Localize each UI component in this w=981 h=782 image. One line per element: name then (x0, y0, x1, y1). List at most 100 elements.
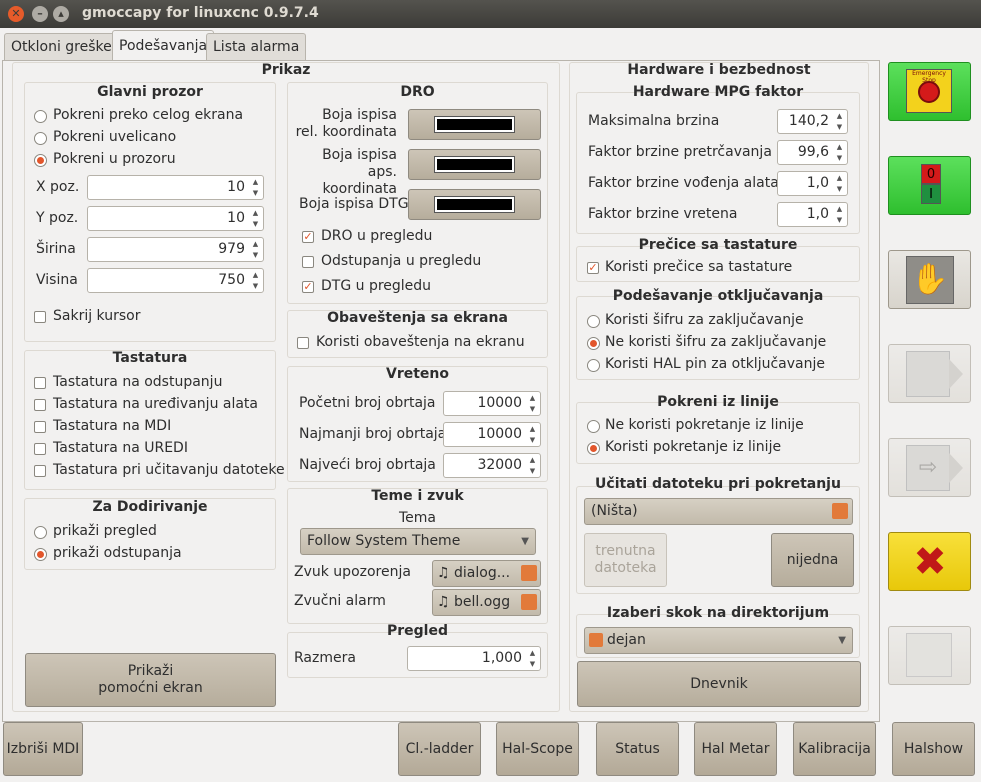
current-file-button[interactable]: trenutna datoteka (584, 533, 667, 587)
mdi-mode-button[interactable] (888, 344, 971, 403)
spin-down-icon[interactable]: ▼ (527, 404, 538, 414)
hand-icon: ✋ (906, 256, 954, 304)
spin-up-icon[interactable]: ▲ (527, 648, 538, 658)
dtg-color-button[interactable] (408, 189, 541, 220)
kbd-offset-checkbox[interactable] (34, 377, 46, 389)
dtg-preview-label: DTG u pregledu (321, 278, 432, 294)
no-run-from-line-radio[interactable] (587, 420, 600, 433)
fullscreen-radio[interactable] (34, 110, 47, 123)
notify-checkbox[interactable] (297, 337, 309, 349)
status-button[interactable]: Status (596, 722, 679, 776)
shortcuts-checkbox[interactable]: ✓ (587, 262, 599, 274)
hal-pin-radio[interactable] (587, 359, 600, 372)
no-lock-code-radio[interactable] (587, 337, 600, 350)
feed-factor-spinbox[interactable]: 1,0 ▲ ▼ (777, 171, 848, 196)
spindle-factor-spinbox[interactable]: 1,0 ▲ ▼ (777, 202, 848, 227)
kbd-mdi-checkbox[interactable] (34, 421, 46, 433)
max-rpm-spinbox[interactable]: 32000 ▲ ▼ (443, 453, 541, 478)
settings-mode-button[interactable]: ✖ (888, 532, 971, 591)
classicladder-button[interactable]: Cl.-ladder (398, 722, 481, 776)
touch-offsets-radio[interactable] (34, 548, 47, 561)
dro-preview-checkbox[interactable]: ✓ (302, 231, 314, 243)
spin-up-icon[interactable]: ▲ (527, 455, 538, 465)
spin-down-icon[interactable]: ▼ (834, 122, 845, 132)
abs-color-button[interactable] (408, 149, 541, 180)
calibration-button[interactable]: Kalibracija (793, 722, 876, 776)
spin-up-icon[interactable]: ▲ (250, 177, 261, 187)
estop-button[interactable]: Emergency Stop (888, 62, 971, 121)
arrow-right-icon (949, 453, 963, 483)
startup-file-chooser[interactable]: (Ništa) (584, 498, 853, 525)
power-button[interactable]: 0 I (888, 156, 971, 215)
offsets-preview-checkbox[interactable] (302, 256, 314, 268)
tab-lista-alarma[interactable]: Lista alarma (206, 33, 307, 60)
minimize-icon[interactable]: – (32, 6, 48, 22)
height-spinbox[interactable]: 750 ▲ ▼ (87, 268, 264, 293)
max-speed-spinbox[interactable]: 140,2 ▲ ▼ (777, 109, 848, 134)
close-icon[interactable]: ✕ (8, 6, 24, 22)
spin-up-icon[interactable]: ▲ (527, 393, 538, 403)
jump-dir-combobox[interactable]: dejan ▼ (584, 627, 853, 654)
tab-podesavanja[interactable]: Podešavanja (112, 30, 215, 61)
user-tabs-button[interactable] (888, 626, 971, 685)
rapid-factor-spinbox[interactable]: 99,6 ▲ ▼ (777, 140, 848, 165)
kbd-load-checkbox[interactable] (34, 465, 46, 477)
rel-color-button[interactable] (408, 109, 541, 140)
dtg-preview-checkbox[interactable]: ✓ (302, 281, 314, 293)
spin-up-icon[interactable]: ▲ (834, 204, 845, 214)
halshow-button[interactable]: Halshow (892, 722, 975, 776)
spin-up-icon[interactable]: ▲ (834, 111, 845, 121)
lock-code-radio[interactable] (587, 315, 600, 328)
scale-spinbox[interactable]: 1,000 ▲ ▼ (407, 646, 541, 671)
no-file-button[interactable]: nijedna (771, 533, 854, 587)
alarm-sound-chooser[interactable]: ♫ bell.ogg (432, 589, 541, 616)
theme-combobox[interactable]: Follow System Theme ▼ (300, 528, 536, 555)
run-from-line-radio[interactable] (587, 442, 600, 455)
spin-down-icon[interactable]: ▼ (834, 215, 845, 225)
otklj-title: Podešavanje otključavanja (612, 288, 824, 304)
spin-up-icon[interactable]: ▲ (834, 173, 845, 183)
width-spinbox[interactable]: 979 ▲ ▼ (87, 237, 264, 262)
spin-down-icon[interactable]: ▼ (834, 184, 845, 194)
rapid-factor-value: 99,6 (797, 144, 829, 160)
clear-mdi-button[interactable]: Izbriši MDI (3, 722, 83, 776)
hide-cursor-checkbox[interactable] (34, 311, 46, 323)
kbd-tool-checkbox[interactable] (34, 399, 46, 411)
auto-mode-button[interactable]: ⇨ (888, 438, 971, 497)
min-rpm-spinbox[interactable]: 10000 ▲ ▼ (443, 422, 541, 447)
folder-icon (832, 503, 848, 519)
xpos-spinbox[interactable]: 10 ▲ ▼ (87, 175, 264, 200)
spin-down-icon[interactable]: ▼ (250, 250, 261, 260)
spin-up-icon[interactable]: ▲ (250, 239, 261, 249)
spin-up-icon[interactable]: ▲ (250, 208, 261, 218)
halmeter-button[interactable]: Hal Metar (694, 722, 777, 776)
maximize-icon[interactable]: ▴ (53, 6, 69, 22)
maximized-radio[interactable] (34, 132, 47, 145)
spin-up-icon[interactable]: ▲ (834, 142, 845, 152)
spin-down-icon[interactable]: ▼ (527, 659, 538, 669)
user-tabs-icon (906, 633, 952, 677)
spin-up-icon[interactable]: ▲ (250, 270, 261, 280)
warning-sound-chooser[interactable]: ♫ dialog... (432, 560, 541, 587)
window-radio[interactable] (34, 154, 47, 167)
ypos-spinbox[interactable]: 10 ▲ ▼ (87, 206, 264, 231)
arrow-right-icon (949, 359, 963, 389)
spin-down-icon[interactable]: ▼ (527, 435, 538, 445)
spin-down-icon[interactable]: ▼ (250, 219, 261, 229)
color-swatch (434, 196, 515, 213)
no-run-from-line-label: Ne koristi pokretanje iz linije (605, 417, 804, 433)
manual-mode-button[interactable]: ✋ (888, 250, 971, 309)
kbd-edit-checkbox[interactable] (34, 443, 46, 455)
spin-up-icon[interactable]: ▲ (527, 424, 538, 434)
show-helper-button[interactable]: Prikaži pomoćni ekran (25, 653, 276, 707)
log-button[interactable]: Dnevnik (577, 661, 861, 707)
tab-otkloni-greske[interactable]: Otkloni greške (4, 33, 119, 60)
spin-down-icon[interactable]: ▼ (834, 153, 845, 163)
spin-down-icon[interactable]: ▼ (250, 188, 261, 198)
spin-down-icon[interactable]: ▼ (250, 281, 261, 291)
touch-preview-radio[interactable] (34, 526, 47, 539)
spin-down-icon[interactable]: ▼ (527, 466, 538, 476)
halscope-button[interactable]: Hal-Scope (496, 722, 579, 776)
tastatura-title: Tastatura (112, 350, 188, 366)
start-rpm-spinbox[interactable]: 10000 ▲ ▼ (443, 391, 541, 416)
